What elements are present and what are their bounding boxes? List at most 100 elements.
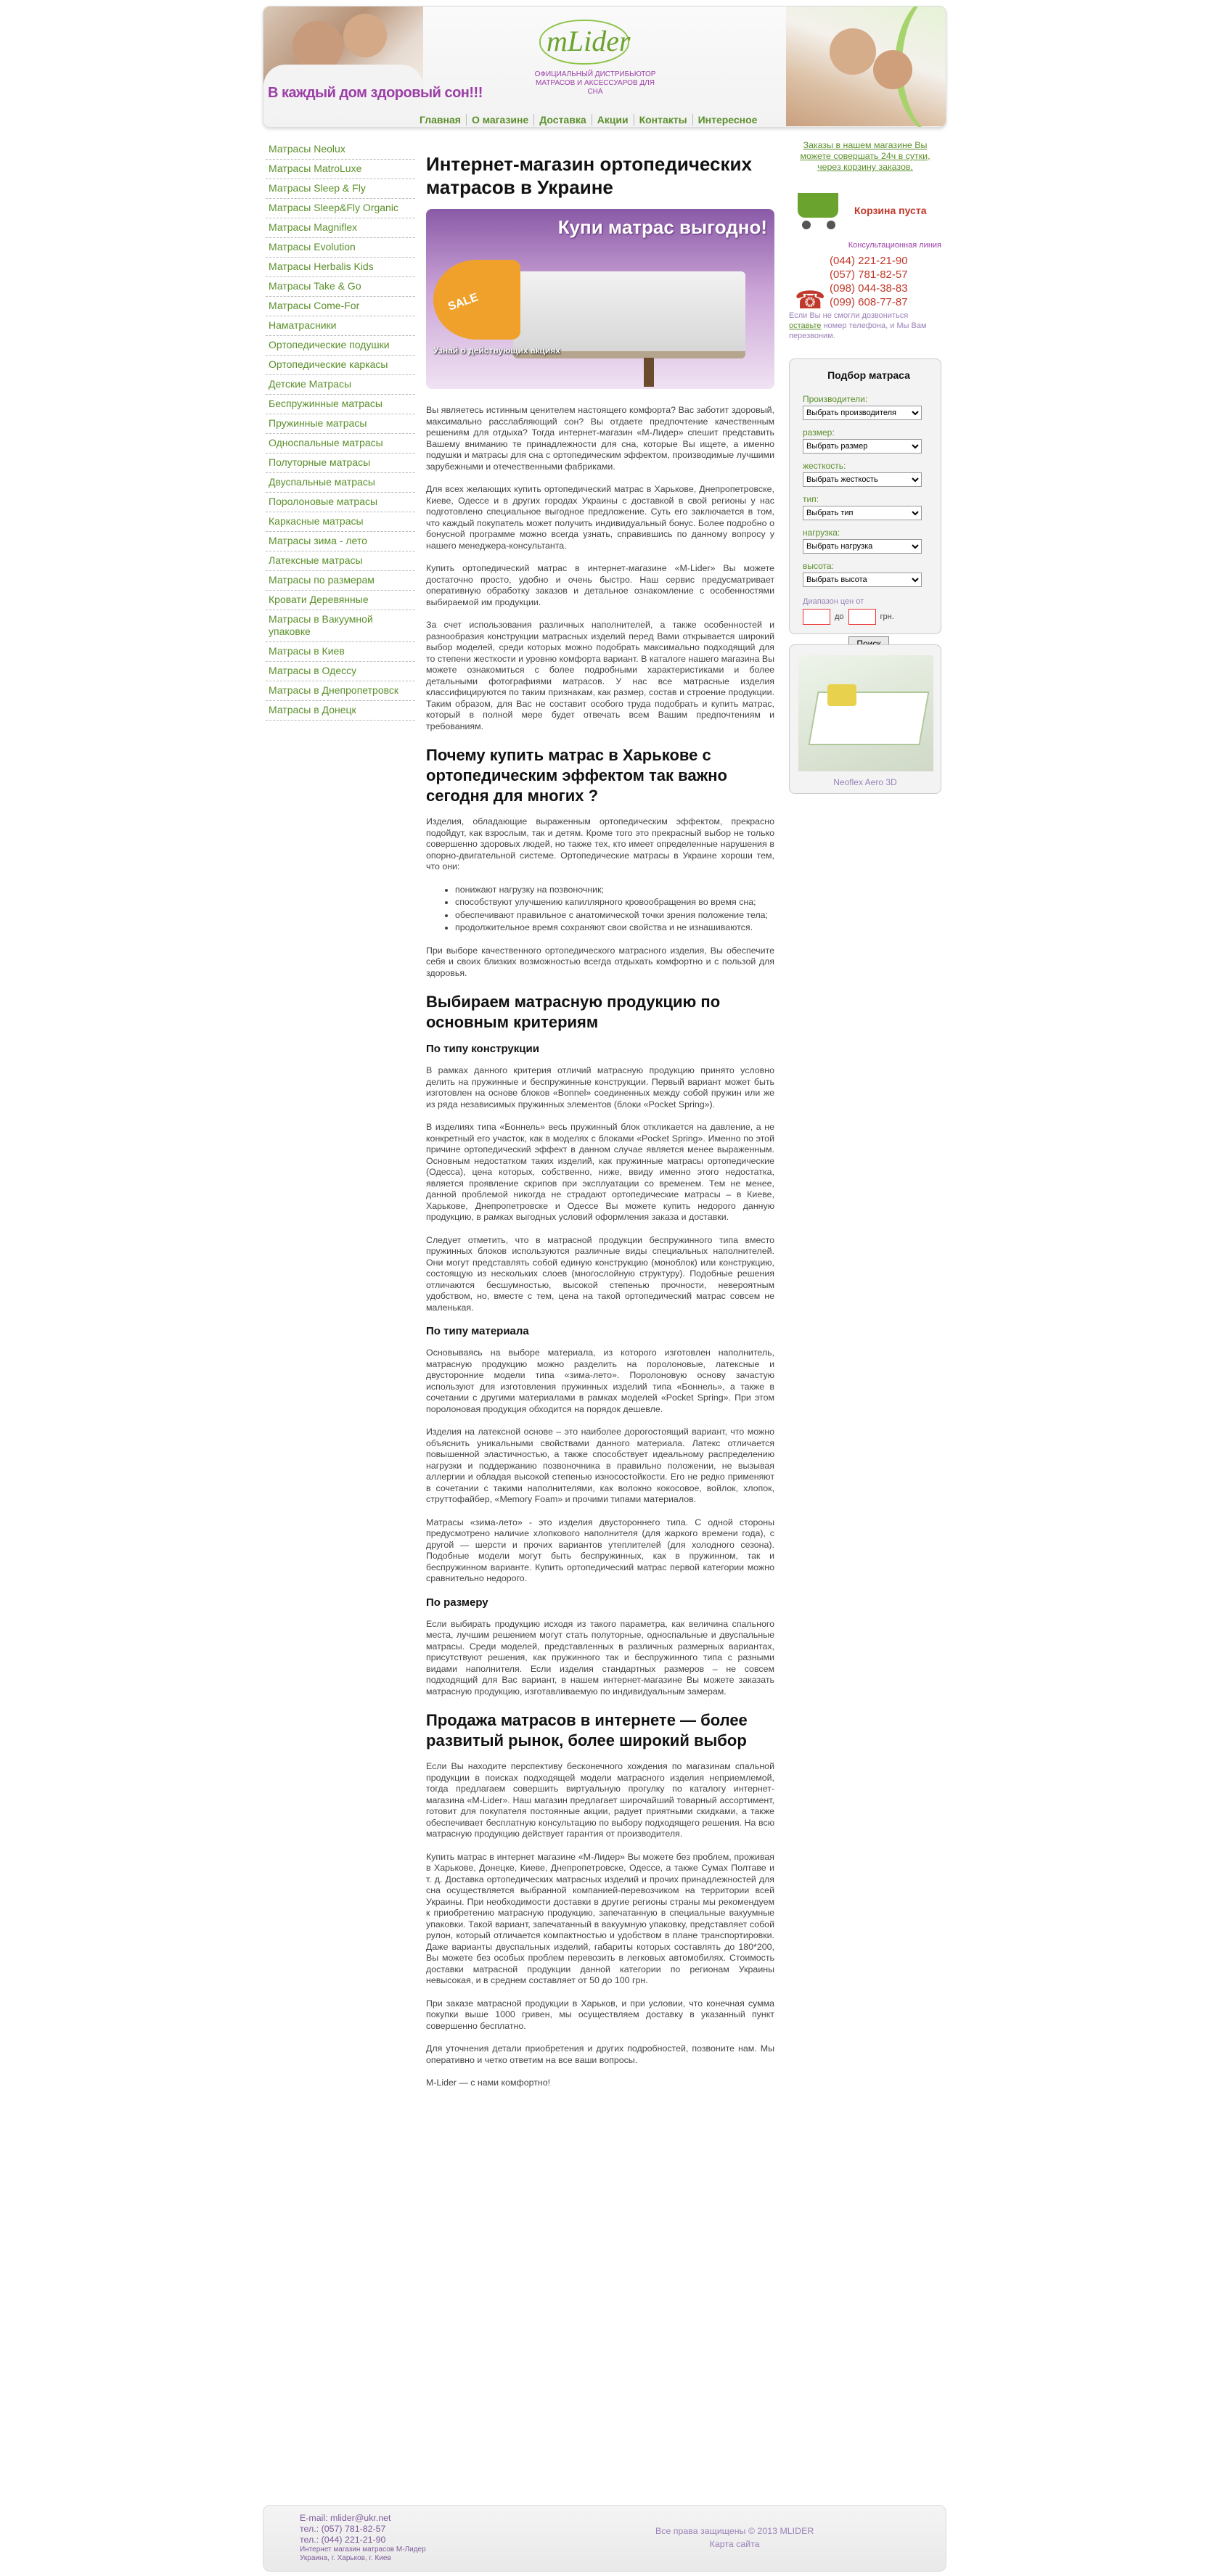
callback-text: Если Вы не смогли дозвониться оставьте н… <box>789 311 927 340</box>
consult-label: Консультационная линия <box>848 241 941 250</box>
construction-paragraph-3: Следует отметить, что в матрасной продук… <box>426 1234 774 1313</box>
sidebar-item[interactable]: Матрасы Herbalis Kids <box>266 258 415 277</box>
sidebar-item[interactable]: Матрасы в Днепропетровск <box>266 681 415 701</box>
nav-contacts[interactable]: Контакты <box>633 114 692 126</box>
construction-paragraph-2: В изделиях типа «Боннель» весь пружинный… <box>426 1122 774 1222</box>
phone-block: Консультационная линия (044) 221-21-90 (… <box>789 241 941 340</box>
right-sidebar: Заказы в нашем магазине Вы можете соверш… <box>789 140 941 794</box>
size-select[interactable]: Выбрать размер <box>803 439 922 454</box>
phone-number: (044) 221-21-90 <box>830 255 908 267</box>
nav-promotions[interactable]: Акции <box>591 114 634 126</box>
sidebar-item[interactable]: Матрасы по размерам <box>266 571 415 591</box>
price-from-input[interactable] <box>803 609 830 625</box>
manufacturer-select[interactable]: Выбрать производителя <box>803 406 922 420</box>
callback-link[interactable]: оставьте <box>789 321 821 330</box>
header-photo-family-right <box>786 7 946 127</box>
phone-number: (099) 608-77-87 <box>830 296 908 308</box>
sidebar-item[interactable]: Матрасы Sleep&Fly Organic <box>266 199 415 218</box>
picker-title: Подбор матраса <box>827 369 910 381</box>
header-subtitle: ОФИЦИАЛЬНЫЙ ДИСТРИБЬЮТОР МАТРАСОВ И АКСЕ… <box>534 70 656 96</box>
footer-phone: тел.: (057) 781-82-57 <box>300 2524 386 2534</box>
sidebar-item[interactable]: Латексные матрасы <box>266 551 415 571</box>
sidebar-item[interactable]: Матрасы зима - лето <box>266 532 415 551</box>
phone-icon: ☎ <box>795 287 826 314</box>
picker-label-firmness: жесткость: <box>803 461 846 471</box>
list-item: способствуют улучшению капиллярного кров… <box>455 897 774 908</box>
sidebar-item[interactable]: Ортопедические каркасы <box>266 356 415 375</box>
sidebar-item[interactable]: Матрасы Neolux <box>266 140 415 160</box>
sidebar-item[interactable]: Наматрасники <box>266 316 415 336</box>
shopping-cart[interactable]: Корзина пуста <box>789 181 941 241</box>
intro-paragraph: Вы являетесь истинным ценителем настояще… <box>426 405 774 472</box>
phone-number: (057) 781-82-57 <box>830 268 908 281</box>
list-item: понижают нагрузку на позвоночник; <box>455 885 774 896</box>
sidebar-item[interactable]: Матрасы Take & Go <box>266 277 415 297</box>
load-select[interactable]: Выбрать нагрузка <box>803 539 922 554</box>
contact-paragraph: Для уточнения детали приобретения и друг… <box>426 2043 774 2065</box>
nav-interesting[interactable]: Интересное <box>692 114 763 126</box>
main-content: Интернет-магазин ортопедических матрасов… <box>426 152 774 2101</box>
sidebar-item[interactable]: Пружинные матрасы <box>266 414 415 434</box>
sidebar-item[interactable]: Поролоновые матрасы <box>266 493 415 512</box>
nav-home[interactable]: Главная <box>414 114 466 126</box>
sidebar-item[interactable]: Матрасы в Донецк <box>266 701 415 721</box>
phone-number: (098) 044-38-83 <box>830 282 908 295</box>
list-item: продолжительное время сохраняют свои сво… <box>455 922 774 934</box>
section-heading-criteria: Выбираем матрасную продукцию по основным… <box>426 993 721 1031</box>
product-image[interactable] <box>798 655 933 771</box>
catalog-paragraph: За счет использования различных наполнит… <box>426 620 774 731</box>
promo-banner[interactable]: SALE Купи матрас выгодно! Узнай о действ… <box>426 209 774 389</box>
featured-product[interactable]: Neoflex Aero 3D <box>789 644 941 794</box>
nav-about[interactable]: О магазине <box>465 114 533 126</box>
subheading-size: По размеру <box>426 1596 488 1609</box>
section-heading-why: Почему купить матрас в Харькове с ортопе… <box>426 746 727 805</box>
firmness-select[interactable]: Выбрать жесткость <box>803 472 922 487</box>
type-select[interactable]: Выбрать тип <box>803 506 922 520</box>
product-caption[interactable]: Neoflex Aero 3D <box>790 777 941 787</box>
height-select[interactable]: Выбрать высота <box>803 573 922 587</box>
sidebar-item[interactable]: Матрасы Evolution <box>266 238 415 258</box>
picker-label-height: высота: <box>803 561 834 571</box>
footer: E-mail: mlider@ukr.net тел.: (057) 781-8… <box>263 2505 946 2572</box>
cart-status[interactable]: Корзина пуста <box>854 205 926 216</box>
choice-paragraph: При выборе качественного ортопедического… <box>426 945 774 978</box>
sidebar-item[interactable]: Полуторные матрасы <box>266 454 415 473</box>
cart-icon[interactable] <box>793 186 844 229</box>
price-to-label: до <box>835 612 844 621</box>
sidebar-item[interactable]: Матрасы в Одессу <box>266 662 415 681</box>
footer-sitemap-link[interactable]: Карта сайта <box>655 2538 814 2551</box>
sidebar-item[interactable]: Матрасы Sleep & Fly <box>266 179 415 199</box>
order-paragraph: Купить ортопедический матрас в интернет-… <box>426 563 774 607</box>
online-paragraph-2: Купить матрас в интернет магазине «М-Лид… <box>426 1851 774 1986</box>
sidebar-item[interactable]: Односпальные матрасы <box>266 434 415 454</box>
sidebar-item[interactable]: Двуспальные матрасы <box>266 473 415 493</box>
sidebar-item[interactable]: Матрасы MatroLuxe <box>266 160 415 179</box>
subheading-material: По типу материала <box>426 1325 529 1337</box>
sidebar-item[interactable]: Матрасы в Вакуумной упаковке <box>266 610 415 642</box>
closing-paragraph: M-Lider — с нами комфортно! <box>426 2077 551 2088</box>
footer-email[interactable]: E-mail: mlider@ukr.net <box>300 2513 426 2524</box>
footer-copyright: Все права защищены © 2013 MLIDER <box>655 2526 814 2536</box>
sidebar-item[interactable]: Каркасные матрасы <box>266 512 415 532</box>
picker-label-type: тип: <box>803 494 819 504</box>
price-to-input[interactable] <box>848 609 876 625</box>
sidebar-item[interactable]: Матрасы Come-For <box>266 297 415 316</box>
nav-delivery[interactable]: Доставка <box>533 114 591 126</box>
footer-shop-name: Интернет магазин матрасов М-Лидер <box>300 2546 426 2554</box>
category-sidebar: Матрасы Neolux Матрасы MatroLuxe Матрасы S… <box>266 140 415 721</box>
picker-label-load: нагрузка: <box>803 528 840 538</box>
site-logo[interactable]: mLider <box>539 20 634 65</box>
sidebar-item[interactable]: Кровати Деревянные <box>266 591 415 610</box>
price-range-label: Диапазон цен от <box>803 597 864 606</box>
sidebar-item[interactable]: Матрасы в Киев <box>266 642 415 662</box>
sidebar-item[interactable]: Беспружинные матрасы <box>266 395 415 414</box>
sidebar-item[interactable]: Матрасы Magniflex <box>266 218 415 238</box>
sidebar-item[interactable]: Детские Матрасы <box>266 375 415 395</box>
sidebar-item[interactable]: Ортопедические подушки <box>266 336 415 356</box>
promo-title: Купи матрас выгодно! <box>557 216 767 238</box>
header-slogan: В каждый дом здоровый сон!!! <box>268 85 483 101</box>
benefits-list: понижают нагрузку на позвоночник; способ… <box>438 885 774 934</box>
mattress-picker: Подбор матраса Производители: Выбрать пр… <box>789 358 941 651</box>
currency-label: грн. <box>880 612 894 621</box>
order-notice-link[interactable]: Заказы в нашем магазине Вы можете соверш… <box>793 140 937 173</box>
